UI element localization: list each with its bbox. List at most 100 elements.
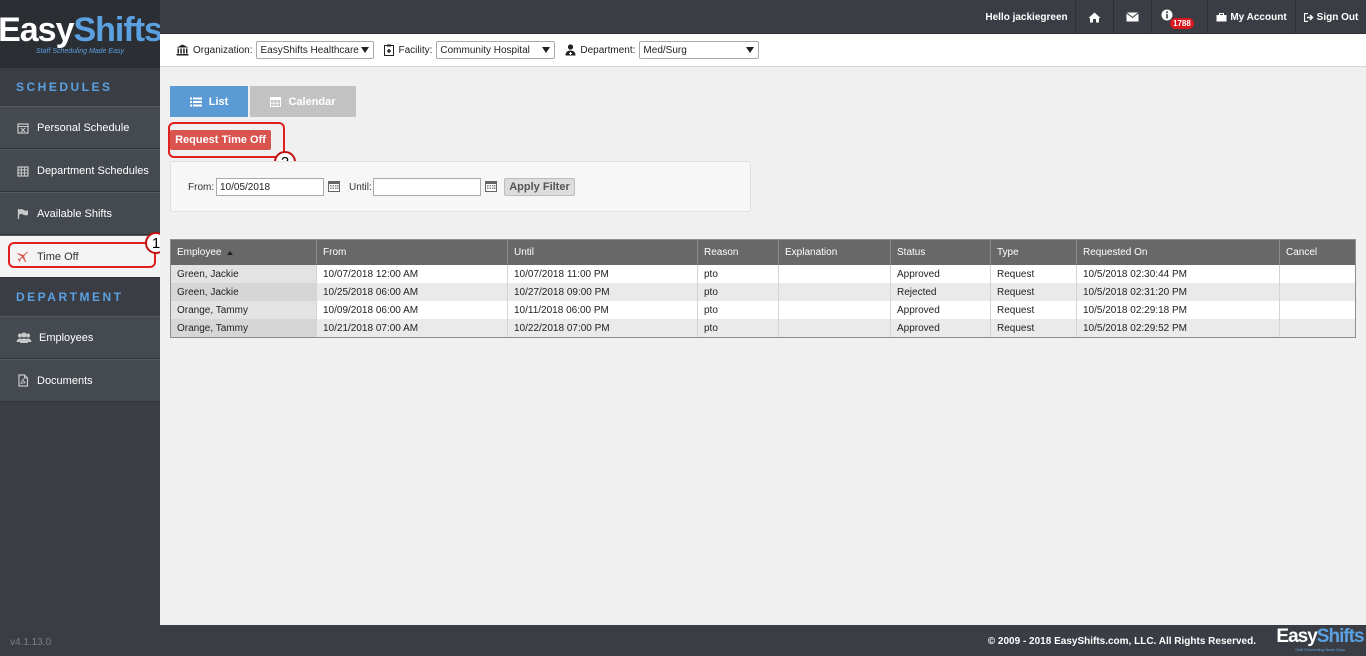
greeting: Hello jackiegreen (985, 11, 1068, 23)
messages-button[interactable] (1113, 0, 1151, 34)
calendar-picker-icon[interactable] (485, 181, 497, 192)
table-cell-type: Request (991, 319, 1077, 337)
table-cell-from: 10/07/2018 12:00 AM (317, 265, 508, 283)
table-cell-reason: pto (698, 301, 779, 319)
facility-label: Facility: (398, 44, 433, 56)
table-cell-requested-on: 10/5/2018 02:31:20 PM (1077, 283, 1280, 301)
my-account-label: My Account (1230, 11, 1287, 23)
table-cell-status: Approved (891, 265, 991, 283)
clipboard-icon (384, 44, 395, 56)
app-version: v4.1.13.0 (10, 637, 52, 648)
sidebar-item-label: Department Schedules (37, 164, 149, 177)
highlight-box-request-time-off (168, 122, 285, 158)
table-cell-reason: pto (698, 265, 779, 283)
table-cell-type: Request (991, 283, 1077, 301)
logo-text: EasyShifts (0, 11, 160, 49)
sidebar-item-department-schedules[interactable]: Department Schedules (0, 149, 160, 192)
table-cell-reason: pto (698, 319, 779, 337)
table-cell-explanation (779, 301, 891, 319)
table-cell-cancel[interactable] (1280, 319, 1355, 337)
copyright-text: © 2009 - 2018 EasyShifts.com, LLC. All R… (987, 636, 1256, 647)
organization-group: Organization: EasyShifts Healthcare (176, 41, 375, 59)
department-heading: DEPARTMENT (0, 278, 160, 316)
sign-out-button[interactable]: Sign Out (1295, 0, 1366, 34)
tab-calendar[interactable]: Calendar (250, 86, 356, 117)
apply-filter-button[interactable]: Apply Filter (504, 178, 575, 196)
notifications-button[interactable]: 1788 (1151, 0, 1201, 34)
tab-list-label: List (208, 95, 229, 108)
table-cell-explanation (779, 283, 891, 301)
table-cell-until: 10/22/2018 07:00 PM (508, 319, 698, 337)
department-group: Department: Med/Surg (565, 41, 760, 59)
table-cell-cancel[interactable] (1280, 301, 1355, 319)
table-cell-until: 10/07/2018 11:00 PM (508, 265, 698, 283)
column-header-explanation[interactable]: Explanation (779, 240, 891, 265)
chevron-down-icon (361, 47, 370, 53)
column-header-type[interactable]: Type (991, 240, 1077, 265)
sidebar-item-personal-schedule[interactable]: Personal Schedule (0, 106, 160, 149)
time-off-table: Employee From Until Reason Explanation S… (170, 239, 1356, 338)
table-cell-cancel[interactable] (1280, 265, 1355, 283)
table-cell-status: Approved (891, 301, 991, 319)
sidebar-item-available-shifts[interactable]: Available Shifts (0, 192, 160, 235)
table-cell-from: 10/21/2018 07:00 AM (317, 319, 508, 337)
my-account-button[interactable]: My Account (1207, 0, 1295, 34)
table-cell-employee: Orange, Tammy (171, 301, 317, 319)
sidebar-item-documents[interactable]: Documents (0, 359, 160, 402)
home-icon (1088, 12, 1101, 22)
department-select[interactable]: Med/Surg (639, 41, 760, 59)
column-header-from[interactable]: From (317, 240, 508, 265)
footer: © 2009 - 2018 EasyShifts.com, LLC. All R… (160, 625, 1366, 656)
from-label: From: (188, 182, 215, 193)
calendar-icon (270, 96, 282, 107)
footer-logo: EasyShifts Staff Scheduling Made Easy (1276, 626, 1364, 653)
logo[interactable]: EasyShifts Staff Scheduling Made Easy (0, 0, 160, 68)
table-cell-type: Request (991, 301, 1077, 319)
column-header-cancel: Cancel (1286, 247, 1318, 258)
column-header-reason[interactable]: Reason (698, 240, 779, 265)
top-bar: Hello jackiegreen 1788 My Account Sign O… (160, 0, 1366, 34)
table-cell-until: 10/11/2018 06:00 PM (508, 301, 698, 319)
table-cell-explanation (779, 265, 891, 283)
facility-select[interactable]: Community Hospital (436, 41, 556, 59)
column-header-until[interactable]: Until (508, 240, 698, 265)
department-label: Department: (580, 44, 636, 56)
tab-list[interactable]: List (170, 86, 248, 117)
table-cell-from: 10/25/2018 06:00 AM (317, 283, 508, 301)
chevron-down-icon (542, 47, 551, 53)
sidebar-item-label: Employees (39, 331, 94, 344)
envelope-icon (1126, 12, 1139, 22)
table-cell-cancel[interactable] (1280, 283, 1355, 301)
date-filter-panel: From: 10/05/2018 Until: Apply Filter (170, 161, 751, 212)
table-cell-from: 10/09/2018 06:00 AM (317, 301, 508, 319)
table-cell-requested-on: 10/5/2018 02:30:44 PM (1077, 265, 1280, 283)
column-header-requested-on[interactable]: Requested On (1077, 240, 1280, 265)
table-row[interactable]: Green, Jackie 10/07/2018 12:00 AM 10/07/20… (171, 265, 1355, 283)
sidebar: EasyShifts Staff Scheduling Made Easy SC… (0, 0, 160, 656)
column-header-status[interactable]: Status (891, 240, 991, 265)
chevron-down-icon (746, 47, 755, 53)
main-content: List Calendar Request Time Off 2 From: 1… (160, 67, 1366, 625)
document-icon (16, 374, 30, 388)
sidebar-item-employees[interactable]: Employees (0, 316, 160, 359)
notification-count-badge: 1788 (1170, 18, 1194, 29)
calendar-picker-icon[interactable] (328, 181, 340, 192)
until-date-input[interactable] (373, 178, 481, 196)
logo-tagline: Staff Scheduling Made Easy (36, 48, 124, 55)
organization-select[interactable]: EasyShifts Healthcare (256, 41, 375, 59)
table-cell-employee: Orange, Tammy (171, 319, 317, 337)
column-header-employee[interactable]: Employee (171, 240, 317, 265)
calendar-grid-icon (16, 164, 30, 178)
from-date-input[interactable]: 10/05/2018 (216, 178, 324, 196)
table-row[interactable]: Orange, Tammy 10/21/2018 07:00 AM 10/22/20… (171, 319, 1355, 337)
context-filter-bar: Organization: EasyShifts Healthcare Faci… (160, 34, 1366, 67)
home-button[interactable] (1075, 0, 1113, 34)
table-cell-reason: pto (698, 283, 779, 301)
table-row[interactable]: Green, Jackie 10/25/2018 06:00 AM 10/27/20… (171, 283, 1355, 301)
table-cell-employee: Green, Jackie (171, 283, 317, 301)
table-cell-requested-on: 10/5/2018 02:29:52 PM (1077, 319, 1280, 337)
table-body: Green, Jackie 10/07/2018 12:00 AM 10/07/20… (171, 265, 1355, 337)
tab-calendar-label: Calendar (288, 95, 336, 108)
table-row[interactable]: Orange, Tammy 10/09/2018 06:00 AM 10/11/20… (171, 301, 1355, 319)
users-icon (16, 331, 32, 345)
